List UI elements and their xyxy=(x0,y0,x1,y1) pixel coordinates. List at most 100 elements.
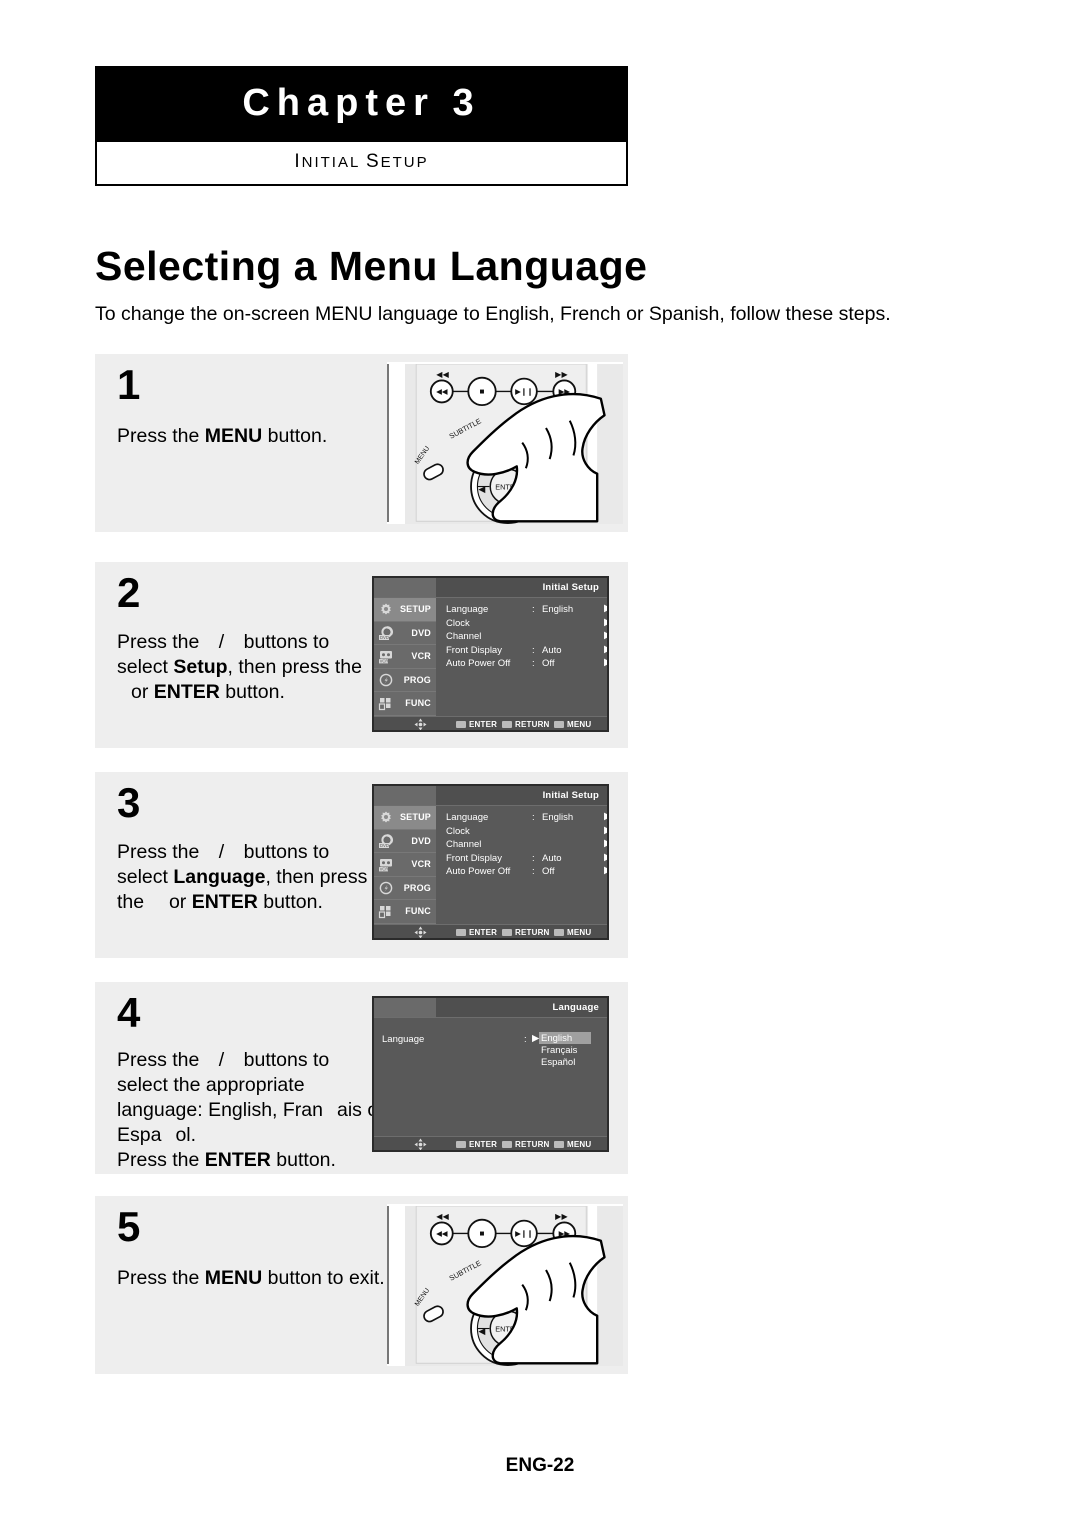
osd-sidebar-item-setup[interactable]: SETUP xyxy=(374,598,436,622)
return-icon xyxy=(502,1141,512,1149)
step-text-fragment: , then press the xyxy=(227,655,362,678)
osd-title-text: Initial Setup xyxy=(542,582,599,593)
prog-icon xyxy=(378,881,394,896)
svg-text:VCR: VCR xyxy=(380,659,389,664)
osd-row[interactable]: Clock ▶ xyxy=(436,825,607,839)
osd-sidebar-label: VCR xyxy=(411,651,431,662)
osd-sidebar-item-prog[interactable]: PROG xyxy=(374,877,436,901)
step-instruction-line: select Language, then press xyxy=(117,865,387,890)
remote-illustration: ◀◀▶▶◀◀■▶❙❙▶▶SUBTITLEMENU◀▶ENTER xyxy=(405,364,623,524)
osd-row-arrow-icon: ▶ xyxy=(604,852,607,863)
osd-rows: Language:English▶Clock▶Channel▶Front Dis… xyxy=(436,598,607,671)
osd-footer-bar: ENTER RETURN MENU xyxy=(374,1136,607,1150)
illustration-divider xyxy=(387,1206,389,1364)
osd-sidebar-item-vcr[interactable]: VCR VCR xyxy=(374,645,436,669)
osd-sidebar: SETUP DVD DVD VCR VCR PROG FUNC xyxy=(374,598,436,716)
osd-language-option-1[interactable]: English xyxy=(541,1033,572,1044)
step-instruction-line: select Setup, then press the xyxy=(117,655,387,680)
navigation-pad-icon xyxy=(414,926,427,938)
osd-sidebar-item-setup[interactable]: SETUP xyxy=(374,806,436,830)
osd-footer-label: MENU xyxy=(567,720,592,729)
osd-footer-return: RETURN xyxy=(502,928,550,937)
func-icon xyxy=(378,696,394,711)
osd-row[interactable]: Front Display: Auto ▶ xyxy=(436,852,607,866)
osd-title-text: Initial Setup xyxy=(542,790,599,801)
osd-sidebar-item-vcr[interactable]: VCR VCR xyxy=(374,853,436,877)
step-text-fragment: buttons to xyxy=(238,841,330,863)
step-text-fragment: Press the xyxy=(117,631,205,653)
osd-body: SETUP DVD DVD VCR VCR PROG FUNC Language: Englis… xyxy=(374,806,607,924)
step-instruction-line: Press the / buttons to xyxy=(117,630,387,655)
osd-sidebar-item-dvd[interactable]: DVD DVD xyxy=(374,622,436,646)
step-text-fragment: ol. xyxy=(175,1123,197,1146)
osd-rows: Language:English▶Clock▶Channel▶Front Dis… xyxy=(436,806,607,879)
osd-language-option-3[interactable]: Español xyxy=(541,1057,575,1068)
svg-text:DVD: DVD xyxy=(380,635,389,640)
osd-row-arrow-icon: ▶ xyxy=(604,644,607,655)
page-number: ENG-22 xyxy=(505,1455,575,1476)
return-icon xyxy=(502,721,512,729)
step-text-fragment: button. xyxy=(270,1148,336,1171)
svg-text:DVD: DVD xyxy=(380,843,389,848)
osd-row[interactable]: Auto Power Off: Off ▶ xyxy=(436,865,607,879)
svg-text:◀◀: ◀◀ xyxy=(436,1229,448,1238)
svg-text:▶❙❙: ▶❙❙ xyxy=(515,387,533,396)
step-text-fragment: / xyxy=(218,1049,225,1071)
osd-row-label: Auto Power Off xyxy=(446,658,511,669)
osd-row[interactable]: Clock ▶ xyxy=(436,617,607,631)
cassette-icon: VCR xyxy=(378,649,394,664)
osd-sidebar: SETUP DVD DVD VCR VCR PROG FUNC xyxy=(374,806,436,924)
osd-row-label: Language xyxy=(446,812,489,823)
step-instruction-line: or ENTER button. xyxy=(117,680,387,705)
svg-text:◀: ◀ xyxy=(478,1326,485,1336)
step-emphasis: ENTER xyxy=(191,890,258,913)
osd-title-bar: Initial Setup xyxy=(374,786,607,806)
osd-row-label: Clock xyxy=(446,617,470,629)
svg-text:VCR: VCR xyxy=(380,867,389,872)
osd-row[interactable]: Language: English ▶ xyxy=(436,603,607,617)
enter-icon xyxy=(456,929,466,937)
osd-footer-label: ENTER xyxy=(469,928,498,937)
step-text-fragment: / xyxy=(218,631,225,653)
osd-title-corner xyxy=(374,998,436,1017)
osd-footer-label: ENTER xyxy=(469,720,498,729)
osd-row[interactable]: Language: English ▶ xyxy=(436,811,607,825)
osd-row-label: Front Display xyxy=(446,852,502,864)
step-number: 5 xyxy=(117,1203,141,1250)
step-instruction-line: select the appropriate xyxy=(117,1073,387,1098)
osd-title-bar: Language xyxy=(374,998,607,1018)
osd-language-option-2[interactable]: Français xyxy=(541,1045,577,1056)
osd-title-bar: Initial Setup xyxy=(374,578,607,598)
osd-row[interactable]: Front Display: Auto ▶ xyxy=(436,644,607,658)
svg-text:◀◀: ◀◀ xyxy=(436,387,448,396)
step-panel-5: 5 Press the MENU button to exit. ◀◀ ▶▶ ◀◀ ■ ▶❙… xyxy=(95,1196,628,1374)
osd-sidebar-item-func[interactable]: FUNC xyxy=(374,692,436,716)
osd-row-colon: : xyxy=(532,658,535,669)
osd-sidebar-item-prog[interactable]: PROG xyxy=(374,669,436,693)
osd-language-submenu: Language Language: ▶ English Français Español… xyxy=(372,996,609,1152)
step-text-fragment: button. xyxy=(257,890,323,913)
osd-sidebar-item-dvd[interactable]: DVD DVD xyxy=(374,830,436,854)
step-panel-3: 3 Press the / buttons to select Language, … xyxy=(95,772,628,958)
intro-paragraph: To change the on-screen MENU language to… xyxy=(95,303,891,325)
step-text-fragment: select the appropriate xyxy=(117,1073,305,1096)
osd-sidebar-item-func[interactable]: FUNC xyxy=(374,900,436,924)
chapter-title: Chapter 3 xyxy=(97,68,626,140)
step-text-fragment: Press the xyxy=(117,1267,205,1289)
svg-text:▶▶: ▶▶ xyxy=(555,370,568,379)
osd-footer-label: RETURN xyxy=(515,720,550,729)
chapter-subtitle-i: I xyxy=(294,151,302,172)
osd-initial-setup: Initial Setup SETUP DVD DVD VCR VCR PROG FUNC La… xyxy=(372,576,609,732)
osd-initial-setup: Initial Setup SETUP DVD DVD VCR VCR PROG FUNC La… xyxy=(372,784,609,940)
osd-row-value: Auto xyxy=(542,644,562,656)
osd-row-colon: : xyxy=(532,604,535,615)
osd-row[interactable]: Channel ▶ xyxy=(436,630,607,644)
osd-row[interactable]: Auto Power Off: Off ▶ xyxy=(436,657,607,671)
remote-illustration: ◀◀▶▶◀◀■▶❙❙▶▶SUBTITLEMENU◀▶ENTER xyxy=(405,1206,623,1366)
step-text-fragment: Press the xyxy=(117,1148,205,1171)
return-icon xyxy=(502,929,512,937)
osd-sidebar-label: SETUP xyxy=(399,604,431,614)
step-instruction: Press the / buttons to select Setup, then… xyxy=(117,630,387,705)
osd-row[interactable]: Channel ▶ xyxy=(436,838,607,852)
menu-icon xyxy=(554,929,564,937)
